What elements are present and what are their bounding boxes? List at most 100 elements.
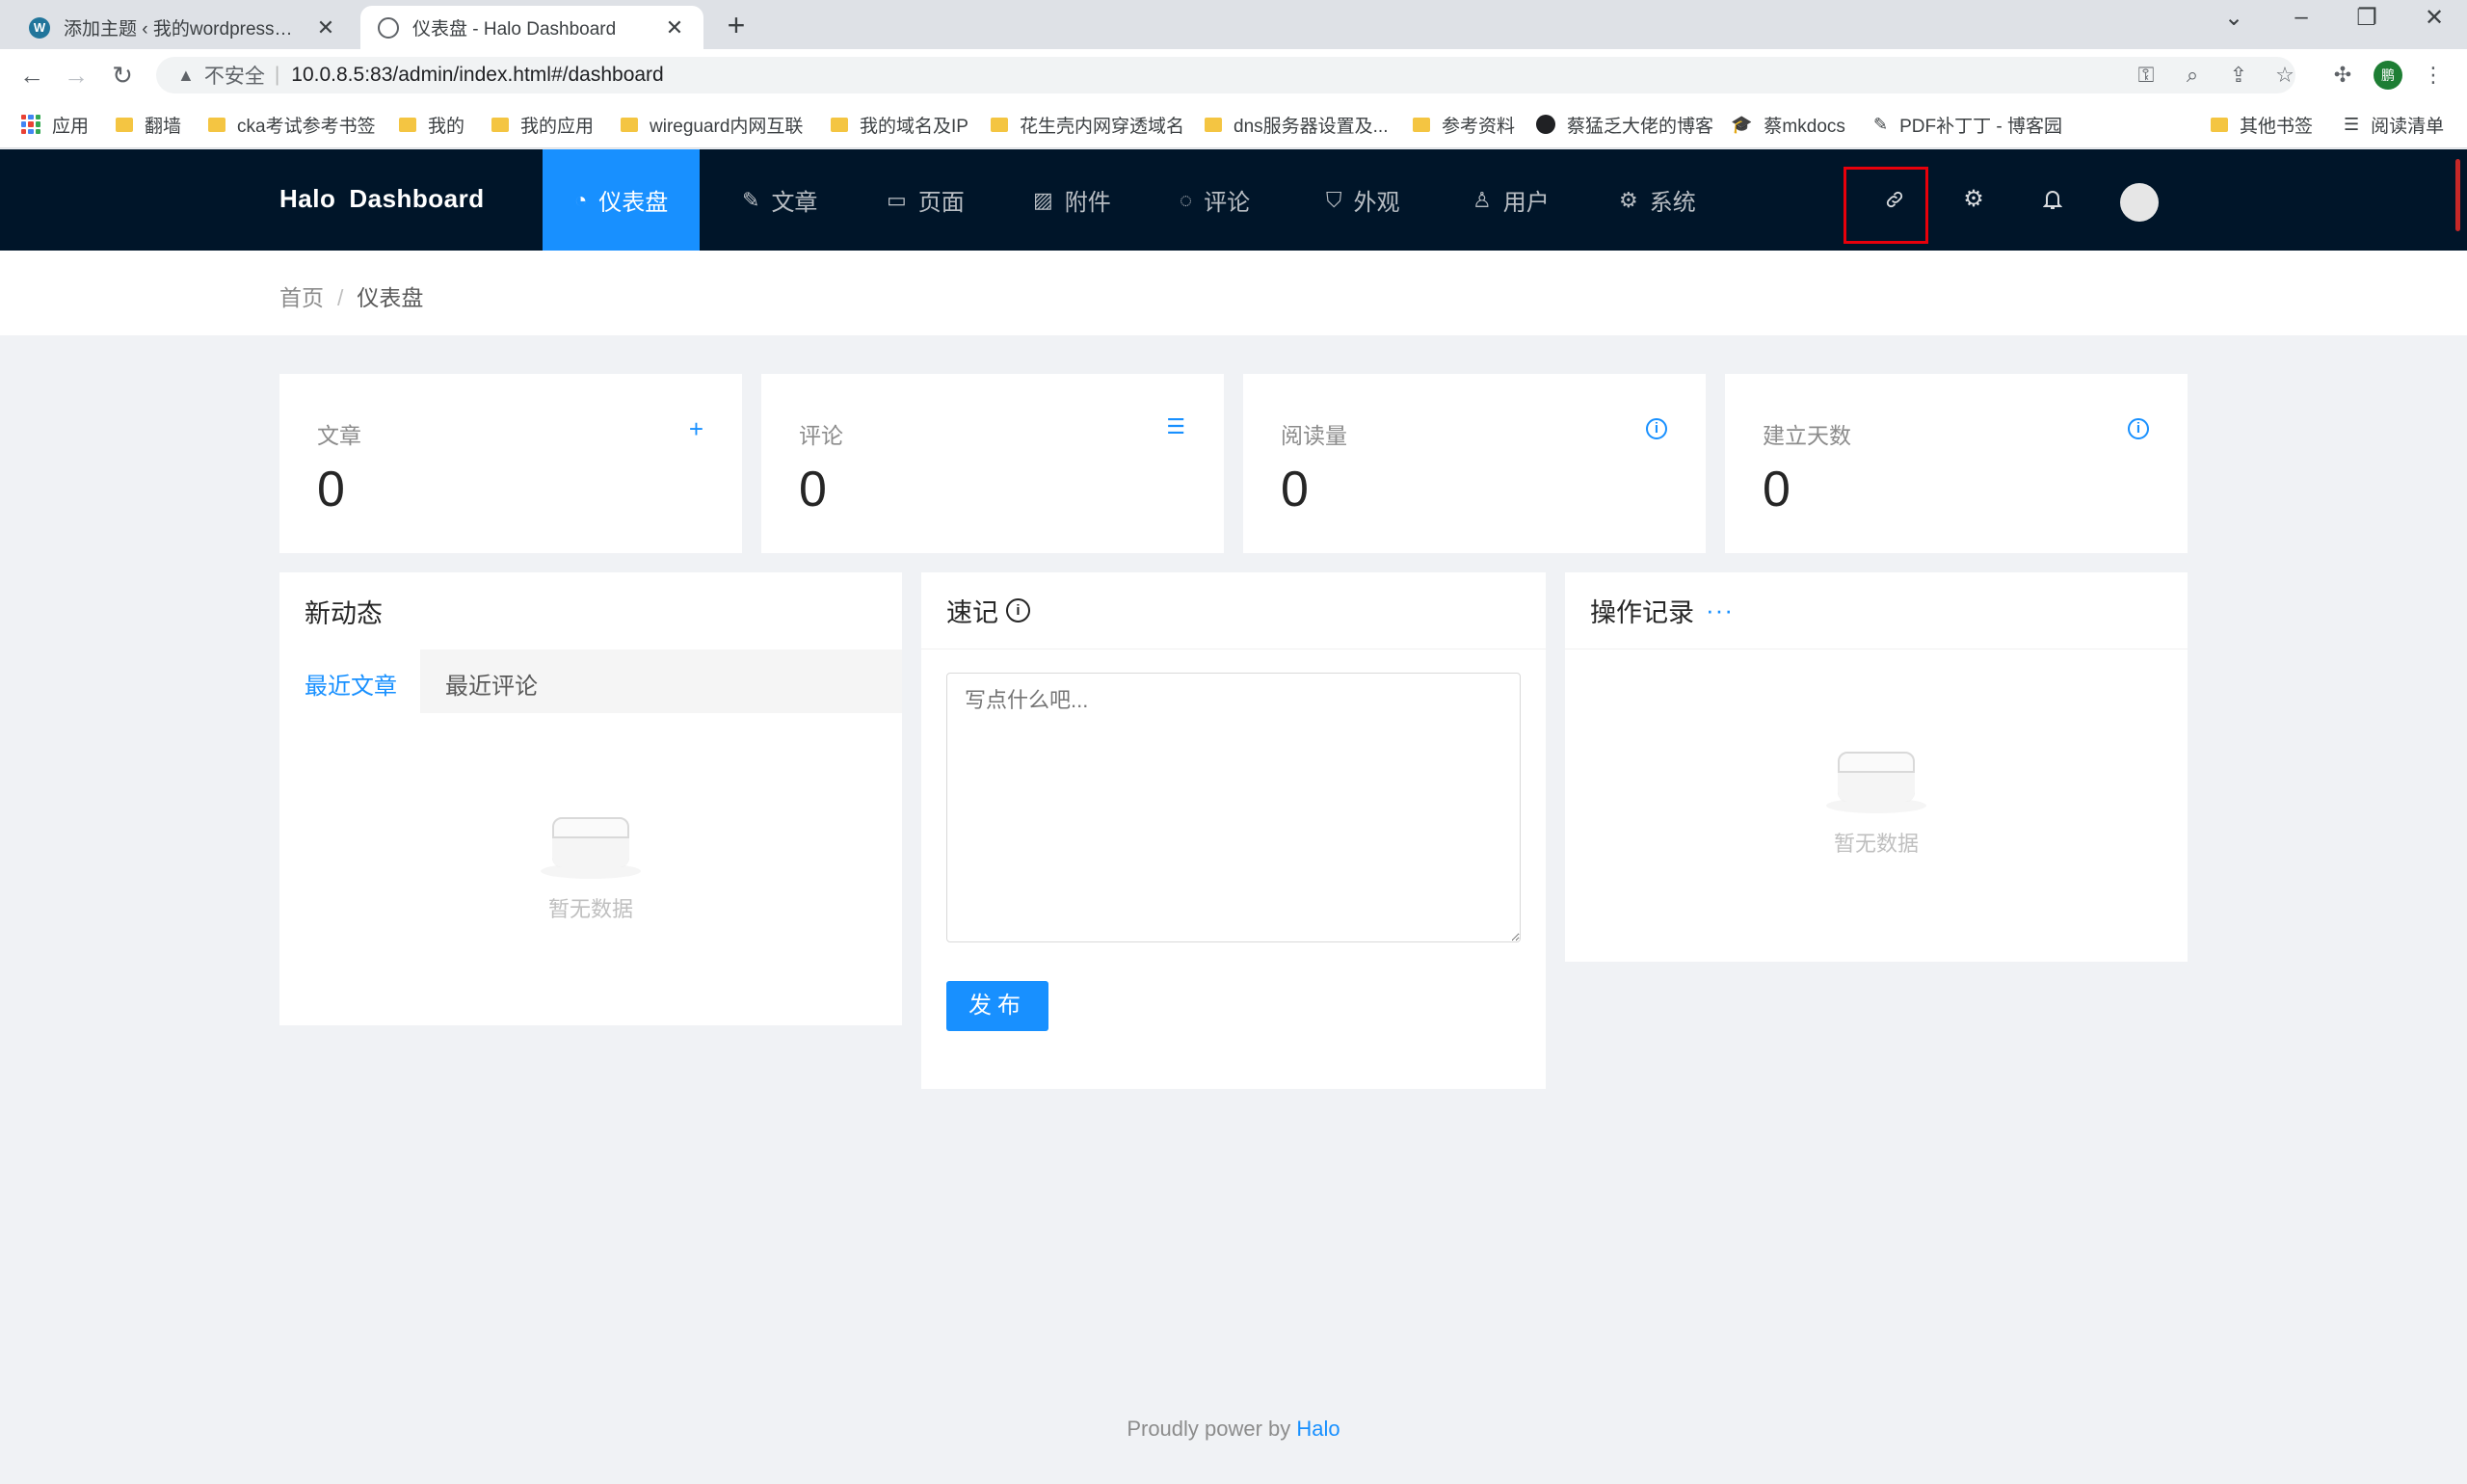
key-icon[interactable]: ⚿ bbox=[2132, 63, 2161, 88]
stat-card-views: 阅读量 0 i bbox=[1243, 374, 1706, 553]
bookmark-folder[interactable]: dns服务器设置及... bbox=[1205, 112, 1388, 137]
info-icon[interactable]: i bbox=[1006, 598, 1030, 623]
stat-label: 文章 bbox=[317, 423, 361, 448]
bookmark-label: 翻墙 bbox=[145, 116, 182, 137]
tab-title: 仪表盘 - Halo Dashboard bbox=[412, 19, 617, 40]
nav-dashboard[interactable]: ◔ 仪表盘 bbox=[543, 149, 701, 251]
bookmarks-bar: 应用 翻墙 cka考试参考书签 我的 我的应用 wireguard内网互联 我的… bbox=[0, 99, 2467, 148]
stat-card-days: 建立天数 0 i bbox=[1725, 374, 2188, 553]
bookmark-folder[interactable]: 其他书签 bbox=[2211, 112, 2313, 137]
bookmark-folder[interactable]: 我的应用 bbox=[491, 112, 594, 137]
restore-icon[interactable]: ❐ bbox=[2348, 4, 2386, 32]
user-avatar[interactable] bbox=[2120, 183, 2159, 222]
bookmark-link[interactable]: 🎓 蔡mkdocs bbox=[1731, 112, 1845, 137]
picture-icon: ▨ bbox=[1033, 187, 1053, 212]
bookmark-label: 我的应用 bbox=[520, 116, 595, 137]
stat-label: 评论 bbox=[799, 423, 843, 448]
nav-label: 评论 bbox=[1204, 190, 1251, 216]
bookmark-folder[interactable]: 我的 bbox=[399, 112, 464, 137]
nav-posts[interactable]: ✎ 文章 bbox=[742, 149, 817, 251]
memo-input[interactable] bbox=[946, 673, 1521, 942]
wordpress-icon: W bbox=[29, 16, 50, 39]
bookmark-folder[interactable]: 花生壳内网穿透域名 bbox=[991, 112, 1184, 137]
omnibox[interactable]: ▲ 不安全 | 10.0.8.5:83/admin/index.html#/da… bbox=[156, 57, 2295, 93]
footer-text: Proudly power by bbox=[1127, 1417, 1291, 1441]
browser-tab-wordpress[interactable]: W 添加主题 ‹ 我的wordpress网站 — WordPress ✕ bbox=[12, 6, 355, 49]
info-icon[interactable]: i bbox=[1646, 418, 1667, 439]
url-text[interactable]: 10.0.8.5:83/admin/index.html#/dashboard bbox=[291, 64, 663, 87]
nav-comments[interactable]: ◌ 评论 bbox=[1180, 149, 1250, 251]
menu-kebab-icon[interactable]: ⋮ bbox=[2419, 63, 2448, 88]
minimize-icon[interactable]: – bbox=[2282, 4, 2321, 31]
list-icon[interactable]: ☰ bbox=[1166, 414, 1185, 439]
separator: | bbox=[274, 64, 280, 86]
bookmark-apps[interactable]: 应用 bbox=[21, 112, 89, 137]
footer-link[interactable]: Halo bbox=[1296, 1417, 1340, 1441]
bookmark-label: 我的域名及IP bbox=[860, 116, 968, 137]
folder-icon bbox=[208, 117, 225, 132]
nav-label: 外观 bbox=[1353, 190, 1400, 216]
bookmark-folder[interactable]: 我的域名及IP bbox=[831, 112, 968, 137]
reload-icon[interactable]: ↻ bbox=[108, 61, 137, 90]
breadcrumb-home[interactable]: 首页 bbox=[279, 285, 324, 310]
activity-panel: 新动态 最近文章 最近评论 暂无数据 bbox=[279, 572, 902, 1025]
empty-state: 暂无数据 bbox=[494, 813, 687, 923]
bookmark-folder[interactable]: 参考资料 bbox=[1413, 112, 1515, 137]
publish-button[interactable]: 发布 bbox=[946, 981, 1048, 1031]
empty-text: 暂无数据 bbox=[547, 897, 633, 921]
nav-label: 附件 bbox=[1064, 190, 1111, 216]
bookmark-link[interactable]: ✎ PDF补丁丁 - 博客园 bbox=[1873, 112, 2062, 137]
memo-panel: 速记 i 发布 bbox=[921, 572, 1546, 1089]
scrollbar-thumb[interactable] bbox=[2455, 159, 2460, 231]
profile-avatar[interactable]: 鹏 bbox=[2374, 61, 2402, 90]
bookmark-link[interactable]: 蔡猛乏大佬的博客 bbox=[1536, 112, 1713, 137]
stat-card-posts: 文章 0 + bbox=[279, 374, 742, 553]
plus-icon[interactable]: + bbox=[689, 414, 703, 444]
share-icon[interactable]: ⇪ bbox=[2224, 63, 2253, 88]
browser-tab-halo[interactable]: 仪表盘 - Halo Dashboard ✕ bbox=[360, 6, 703, 49]
nav-users[interactable]: ♙ 用户 bbox=[1472, 149, 1550, 251]
reading-list[interactable]: ☰ 阅读清单 bbox=[2344, 112, 2444, 137]
star-icon[interactable]: ☆ bbox=[2270, 63, 2299, 88]
info-icon[interactable]: i bbox=[2128, 418, 2149, 439]
forward-icon[interactable]: → bbox=[62, 61, 91, 90]
bookmark-folder[interactable]: cka考试参考书签 bbox=[208, 112, 376, 137]
activity-tabs: 最近文章 最近评论 bbox=[279, 649, 902, 713]
close-icon[interactable]: ✕ bbox=[663, 15, 686, 40]
stat-value: 0 bbox=[1763, 462, 1791, 517]
github-icon bbox=[1536, 115, 1555, 134]
panel-header: 操作记录 ··· bbox=[1565, 572, 2188, 649]
skin-icon: ⛉ bbox=[1326, 187, 1342, 212]
more-icon[interactable]: ··· bbox=[1706, 596, 1734, 625]
nav-system[interactable]: ⚙ 系统 bbox=[1619, 149, 1696, 251]
bookmark-folder[interactable]: wireguard内网互联 bbox=[621, 112, 803, 137]
folder-icon bbox=[1413, 117, 1430, 132]
bookmark-label: PDF补丁丁 - 博客园 bbox=[1899, 116, 2062, 137]
close-icon[interactable]: ✕ bbox=[314, 15, 337, 40]
back-icon[interactable]: ← bbox=[17, 61, 46, 90]
nav-appearance[interactable]: ⛉ 外观 bbox=[1326, 149, 1400, 251]
bell-icon[interactable] bbox=[2037, 184, 2068, 215]
logo-word: Dashboard bbox=[349, 184, 485, 213]
bookmark-label: 蔡猛乏大佬的博客 bbox=[1567, 116, 1714, 137]
folder-icon bbox=[116, 117, 133, 132]
security-label: 不安全 bbox=[203, 66, 265, 88]
panel-title: 速记 bbox=[946, 598, 998, 627]
panel-header: 速记 i bbox=[921, 572, 1546, 649]
tab-search-icon[interactable]: ⌄ bbox=[2215, 4, 2253, 32]
folder-icon bbox=[399, 117, 416, 132]
tab-recent-comments[interactable]: 最近评论 bbox=[445, 667, 538, 701]
new-tab-button[interactable]: + bbox=[719, 8, 754, 43]
extensions-icon[interactable]: ✣ bbox=[2328, 63, 2357, 88]
zoom-icon[interactable]: ⌕ bbox=[2178, 63, 2207, 88]
bookmark-folder[interactable]: 翻墙 bbox=[116, 112, 181, 137]
app-logo[interactable]: Halo Dashboard bbox=[279, 184, 485, 214]
nav-pages[interactable]: ▭ 页面 bbox=[887, 149, 965, 251]
stat-value: 0 bbox=[799, 462, 827, 517]
bookmark-label: 我的 bbox=[428, 116, 465, 137]
nav-attachments[interactable]: ▨ 附件 bbox=[1033, 149, 1111, 251]
settings-icon[interactable]: ⚙ bbox=[1958, 184, 1989, 215]
window-close-icon[interactable]: ✕ bbox=[2415, 4, 2454, 32]
tab-recent-posts[interactable]: 最近文章 bbox=[305, 667, 397, 701]
breadcrumb-bar: 首页 / 仪表盘 bbox=[0, 251, 2467, 335]
